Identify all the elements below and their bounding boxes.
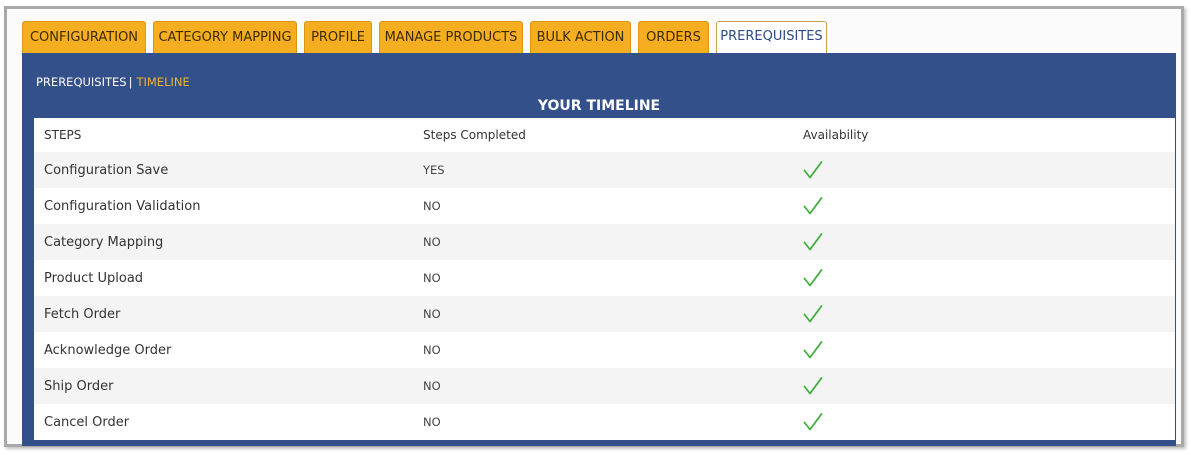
tab-manage-products[interactable]: MANAGE PRODUCTS: [379, 21, 523, 53]
step-name: Fetch Order: [44, 306, 121, 322]
header-steps: STEPS: [44, 128, 82, 142]
availability-cell: [803, 296, 823, 332]
check-icon: [803, 377, 823, 395]
check-icon: [803, 269, 823, 287]
step-completed: NO: [423, 271, 441, 285]
tab-prerequisites[interactable]: PREREQUISITES: [716, 21, 827, 54]
step-completed: NO: [423, 379, 441, 393]
breadcrumb-separator: |: [128, 75, 133, 89]
step-name: Cancel Order: [44, 414, 130, 430]
availability-cell: [803, 224, 823, 260]
table-header-row: STEPS Steps Completed Availability: [34, 118, 1175, 152]
prerequisites-link[interactable]: PREREQUISITES: [36, 75, 127, 89]
header-availability: Availability: [803, 128, 869, 142]
timeline-link[interactable]: TIMELINE: [136, 75, 189, 89]
tab-profile[interactable]: PROFILE: [304, 21, 372, 53]
check-icon: [803, 413, 823, 431]
availability-cell: [803, 368, 823, 404]
step-name: Product Upload: [44, 270, 144, 286]
table-row: Category Mapping NO: [34, 224, 1175, 260]
availability-cell: [803, 152, 823, 188]
table-row: Ship Order NO: [34, 368, 1175, 404]
timeline-table: STEPS Steps Completed Availability Confi…: [34, 118, 1175, 440]
step-name: Configuration Save: [44, 162, 169, 178]
step-completed: NO: [423, 199, 441, 213]
check-icon: [803, 341, 823, 359]
check-icon: [803, 197, 823, 215]
availability-cell: [803, 332, 823, 368]
check-icon: [803, 161, 823, 179]
panel-title: YOUR TIMELINE: [537, 98, 661, 114]
availability-cell: [803, 188, 823, 224]
availability-cell: [803, 260, 823, 296]
check-icon: [803, 233, 823, 251]
table-row: Acknowledge Order NO: [34, 332, 1175, 368]
tab-configuration[interactable]: CONFIGURATION: [22, 21, 146, 53]
tab-orders[interactable]: ORDERS: [638, 21, 709, 53]
app-frame: CONFIGURATION CATEGORY MAPPING PROFILE M…: [4, 6, 1184, 447]
table-row: Product Upload NO: [34, 260, 1175, 296]
table-row: Fetch Order NO: [34, 296, 1175, 332]
tab-category-mapping[interactable]: CATEGORY MAPPING: [153, 21, 297, 53]
step-name: Acknowledge Order: [44, 342, 172, 358]
breadcrumb: PREREQUISITES | TIMELINE: [36, 75, 190, 89]
step-completed: NO: [423, 343, 441, 357]
timeline-panel: PREREQUISITES | TIMELINE YOUR TIMELINE STE…: [22, 53, 1176, 446]
step-completed: YES: [423, 163, 445, 177]
step-completed: NO: [423, 235, 441, 249]
step-name: Category Mapping: [44, 234, 164, 250]
step-name: Configuration Validation: [44, 198, 201, 214]
step-completed: NO: [423, 415, 441, 429]
table-row: Configuration Save YES: [34, 152, 1175, 188]
tab-bar: CONFIGURATION CATEGORY MAPPING PROFILE M…: [22, 21, 834, 54]
step-name: Ship Order: [44, 378, 114, 394]
table-row: Cancel Order NO: [34, 404, 1175, 440]
step-completed: NO: [423, 307, 441, 321]
table-row: Configuration Validation NO: [34, 188, 1175, 224]
header-steps-completed: Steps Completed: [423, 128, 526, 142]
availability-cell: [803, 404, 823, 440]
tab-bulk-action[interactable]: BULK ACTION: [530, 21, 631, 53]
check-icon: [803, 305, 823, 323]
